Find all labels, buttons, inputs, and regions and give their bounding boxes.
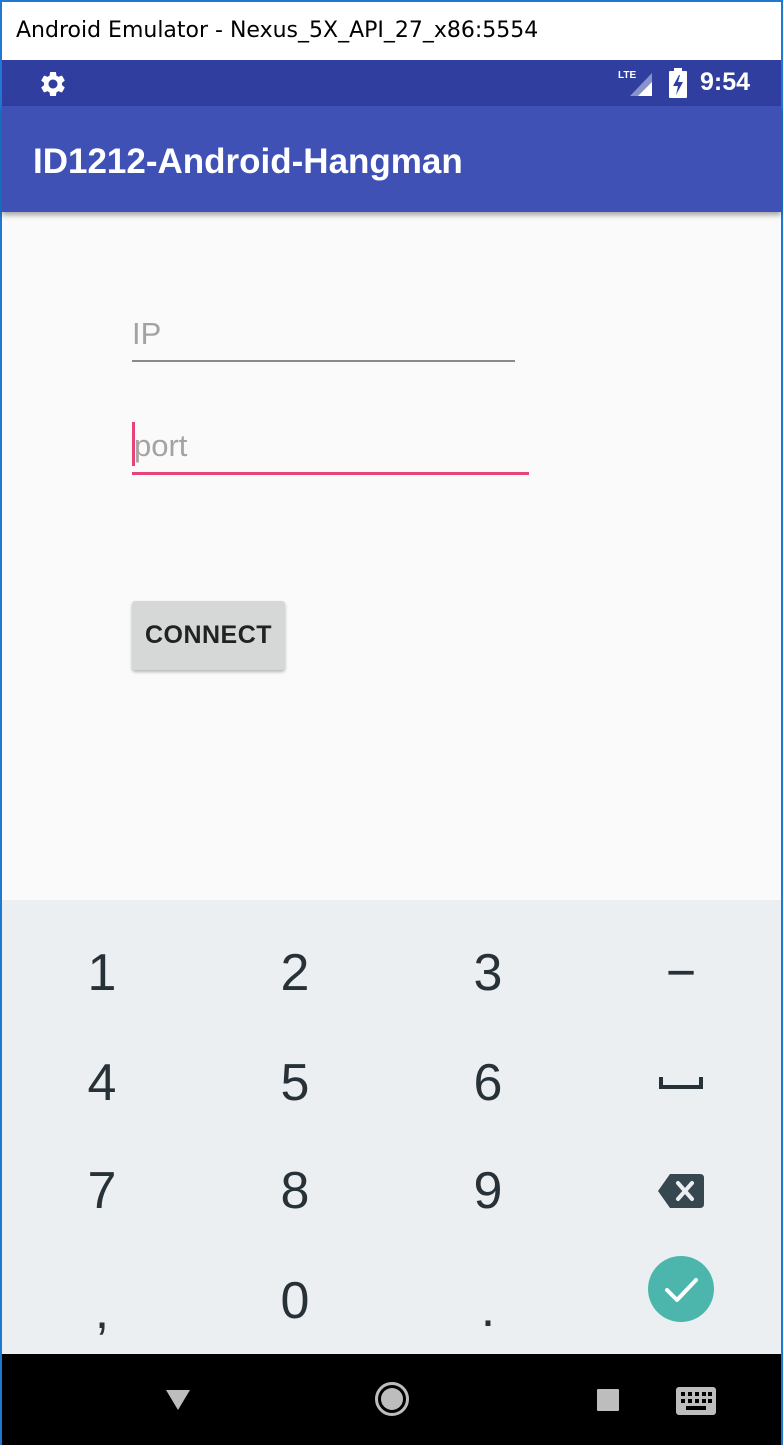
- lte-label: LTE: [618, 70, 636, 81]
- connect-button[interactable]: CONNECT: [132, 601, 285, 670]
- key-period-label: .: [480, 1280, 496, 1338]
- key-5-label: 5: [280, 1054, 310, 1112]
- key-6[interactable]: 6: [393, 1028, 583, 1138]
- key-9[interactable]: 9: [393, 1136, 583, 1246]
- space-icon: [659, 1077, 703, 1089]
- key-6-label: 6: [473, 1054, 503, 1112]
- key-0[interactable]: 0: [200, 1246, 390, 1356]
- key-5[interactable]: 5: [200, 1028, 390, 1138]
- key-1[interactable]: 1: [7, 918, 197, 1028]
- ip-placeholder: IP: [132, 316, 162, 351]
- port-input[interactable]: port: [132, 422, 529, 475]
- gear-icon: [41, 72, 65, 96]
- key-minus-label: −: [665, 944, 697, 1002]
- key-comma-label: ,: [94, 1282, 110, 1340]
- key-9-label: 9: [473, 1162, 503, 1220]
- app-title: ID1212-Android-Hangman: [33, 142, 463, 181]
- key-3-label: 3: [473, 944, 503, 1002]
- key-minus[interactable]: −: [586, 918, 776, 1028]
- key-2[interactable]: 2: [200, 918, 390, 1028]
- key-3[interactable]: 3: [393, 918, 583, 1028]
- back-icon[interactable]: [164, 1388, 192, 1412]
- key-4[interactable]: 4: [7, 1028, 197, 1138]
- key-0-label: 0: [280, 1272, 310, 1330]
- ip-input[interactable]: IP: [132, 312, 515, 362]
- home-icon[interactable]: [374, 1381, 410, 1417]
- key-8-label: 8: [280, 1162, 310, 1220]
- key-7[interactable]: 7: [7, 1136, 197, 1246]
- lte-signal-icon: LTE: [618, 70, 652, 96]
- key-1-label: 1: [87, 944, 117, 1002]
- key-4-label: 4: [87, 1054, 117, 1112]
- key-2-label: 2: [280, 944, 310, 1002]
- battery-charging-icon: [669, 68, 687, 98]
- key-period[interactable]: .: [393, 1246, 583, 1356]
- keyboard-switch-icon[interactable]: [676, 1387, 716, 1415]
- recents-icon[interactable]: [596, 1388, 620, 1412]
- emulator-window: Android Emulator - Nexus_5X_API_27_x86:5…: [0, 0, 783, 1445]
- key-done[interactable]: [586, 1234, 776, 1344]
- key-backspace[interactable]: [586, 1136, 776, 1246]
- key-7-label: 7: [87, 1162, 117, 1220]
- numeric-keyboard: 1 2 3 − 4 5 6 7 8 9 , 0 .: [2, 900, 781, 1354]
- navigation-bar: [2, 1354, 781, 1445]
- port-placeholder: port: [134, 428, 188, 463]
- window-title: Android Emulator - Nexus_5X_API_27_x86:5…: [16, 18, 539, 43]
- key-8[interactable]: 8: [200, 1136, 390, 1246]
- key-space[interactable]: [586, 1028, 776, 1138]
- backspace-icon: [658, 1174, 704, 1208]
- key-comma[interactable]: ,: [7, 1246, 197, 1356]
- status-bar: [2, 60, 781, 106]
- window-title-bar: Android Emulator - Nexus_5X_API_27_x86:5…: [2, 2, 781, 60]
- app-bar: ID1212-Android-Hangman: [2, 106, 781, 212]
- status-time: 9:54: [700, 68, 751, 96]
- check-icon: [648, 1256, 714, 1322]
- connect-button-label: CONNECT: [144, 621, 273, 649]
